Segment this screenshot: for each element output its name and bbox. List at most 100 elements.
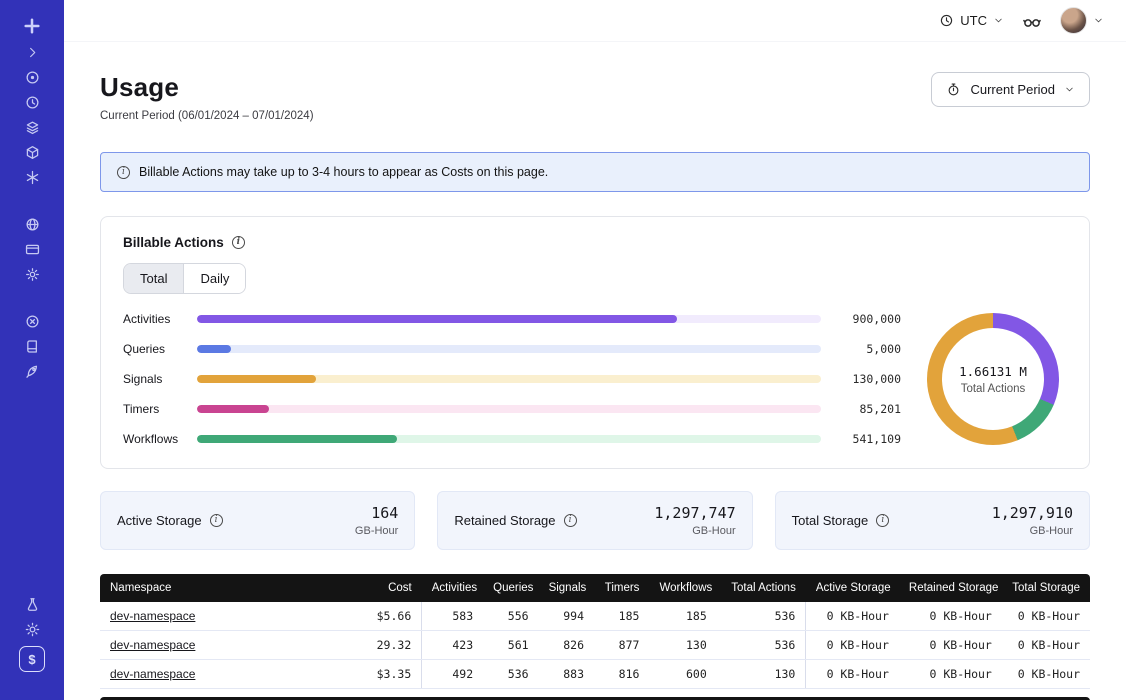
table-cell: 536: [483, 660, 538, 689]
sidebar-item-credits[interactable]: [13, 642, 51, 676]
temporal-logo-icon: [23, 17, 41, 35]
bar-track: [197, 345, 821, 353]
stat-value-wrap: 1,297,910 GB-Hour: [992, 504, 1073, 537]
info-banner-text: Billable Actions may take up to 3-4 hour…: [139, 165, 548, 179]
gear-icon: [24, 266, 41, 283]
topbar: UTC: [64, 0, 1126, 42]
donut-total-label: Total Actions: [961, 383, 1026, 395]
table-cell: 883: [539, 660, 594, 689]
column-header: Active Storage: [806, 574, 899, 602]
column-header: Signals: [539, 574, 594, 602]
stat-unit: GB-Hour: [992, 525, 1073, 537]
billable-chart-area: Activities900,000Queries5,000Signals130,…: [123, 312, 1067, 446]
rings-icon: [24, 69, 41, 86]
tab-total[interactable]: Total: [124, 264, 184, 293]
bar-category-label: Signals: [123, 372, 197, 386]
namespace-link[interactable]: dev-namespace: [110, 638, 195, 652]
book-icon: [24, 338, 41, 355]
billable-view-tabs: Total Daily: [123, 263, 246, 294]
rocket-icon: [24, 363, 41, 380]
info-icon: [117, 166, 130, 179]
table-cell: 583: [422, 602, 483, 631]
stat-label-wrap: Total Storage: [792, 513, 890, 528]
sidebar-item-docs[interactable]: [13, 334, 51, 359]
info-icon[interactable]: [876, 514, 889, 527]
stat-label-wrap: Retained Storage: [454, 513, 576, 528]
page-title-block: Usage Current Period (06/01/2024 – 07/01…: [100, 72, 314, 122]
circle-x-icon: [24, 313, 41, 330]
billable-actions-header: Billable Actions: [123, 235, 1067, 250]
table-cell: 0 KB-Hour: [899, 660, 1002, 689]
sidebar-item-deployments[interactable]: [13, 140, 51, 165]
table-cell: 0 KB-Hour: [806, 660, 899, 689]
column-header: Queries: [483, 574, 538, 602]
column-header: Activities: [422, 574, 483, 602]
sidebar: [0, 0, 64, 700]
feedback-button[interactable]: [1022, 11, 1042, 31]
bar-category-label: Activities: [123, 312, 197, 326]
timezone-selector[interactable]: UTC: [939, 13, 1004, 28]
table-cell: 0 KB-Hour: [1002, 602, 1090, 631]
info-icon[interactable]: [210, 514, 223, 527]
clock-icon: [939, 13, 954, 28]
sidebar-item-settings[interactable]: [13, 262, 51, 287]
sidebar-item-cloud[interactable]: [13, 212, 51, 237]
namespace-cell: dev-namespace: [100, 660, 348, 689]
sidebar-item-usage[interactable]: [13, 90, 51, 115]
total-actions-donut: 1.66131 M Total Actions: [927, 313, 1059, 445]
stat-value: 1,297,910: [992, 504, 1073, 522]
sidebar-item-logo[interactable]: [13, 12, 51, 40]
account-menu[interactable]: [1060, 7, 1104, 34]
glasses-icon: [1022, 11, 1042, 31]
sidebar-item-nexus[interactable]: [13, 165, 51, 190]
table-cell: 29.32: [348, 631, 422, 660]
stat-value: 1,297,747: [654, 504, 735, 522]
bar-row: Signals130,000: [123, 372, 901, 386]
table-cell: 0 KB-Hour: [806, 631, 899, 660]
column-header: Total Storage: [1002, 574, 1090, 602]
bar-fill: [197, 315, 677, 323]
info-icon[interactable]: [232, 236, 245, 249]
sidebar-item-billing[interactable]: [13, 237, 51, 262]
table-cell: 0 KB-Hour: [1002, 660, 1090, 689]
donut-total-value: 1.66131 M: [959, 364, 1027, 379]
period-select-button[interactable]: Current Period: [931, 72, 1090, 107]
sidebar-item-namespaces[interactable]: [13, 65, 51, 90]
sidebar-item-collapse[interactable]: [13, 40, 51, 65]
donut-wrap: 1.66131 M Total Actions: [919, 313, 1067, 445]
sidebar-item-support[interactable]: [13, 309, 51, 334]
sidebar-item-getting-started[interactable]: [13, 359, 51, 384]
column-header: Total Actions: [717, 574, 806, 602]
stat-label: Active Storage: [117, 513, 202, 528]
bar-fill: [197, 405, 269, 413]
chevron-right-icon: [25, 45, 40, 60]
namespace-link[interactable]: dev-namespace: [110, 609, 195, 623]
namespace-link[interactable]: dev-namespace: [110, 667, 195, 681]
avatar: [1060, 7, 1087, 34]
layers-icon: [24, 119, 41, 136]
stat-value-wrap: 164 GB-Hour: [355, 504, 398, 537]
app-root: UTC Usage Current Period (06/01/2024 – 0…: [0, 0, 1126, 700]
table-cell: 130: [717, 660, 806, 689]
bar-value: 85,201: [821, 402, 901, 416]
bar-track: [197, 405, 821, 413]
usage-table-head: NamespaceCostActivitiesQueriesSignalsTim…: [100, 574, 1090, 602]
tab-daily[interactable]: Daily: [184, 264, 245, 293]
stat-unit: GB-Hour: [654, 525, 735, 537]
sidebar-item-labs[interactable]: [13, 592, 51, 617]
table-cell: 0 KB-Hour: [899, 631, 1002, 660]
table-cell: 556: [483, 602, 538, 631]
sidebar-item-workflows[interactable]: [13, 115, 51, 140]
page-title: Usage: [100, 72, 314, 103]
table-cell: 185: [594, 602, 649, 631]
sidebar-item-theme[interactable]: [13, 617, 51, 642]
info-icon[interactable]: [564, 514, 577, 527]
bar-category-label: Timers: [123, 402, 197, 416]
bar-value: 5,000: [821, 342, 901, 356]
sun-icon: [24, 621, 41, 638]
total-storage-card: Total Storage 1,297,910 GB-Hour: [775, 491, 1090, 550]
table-row: dev-namespace$3.354925368838166001300 KB…: [100, 660, 1090, 689]
usage-table-body: dev-namespace$5.665835569941851855360 KB…: [100, 602, 1090, 689]
column-header: Timers: [594, 574, 649, 602]
billable-actions-title: Billable Actions: [123, 235, 224, 250]
